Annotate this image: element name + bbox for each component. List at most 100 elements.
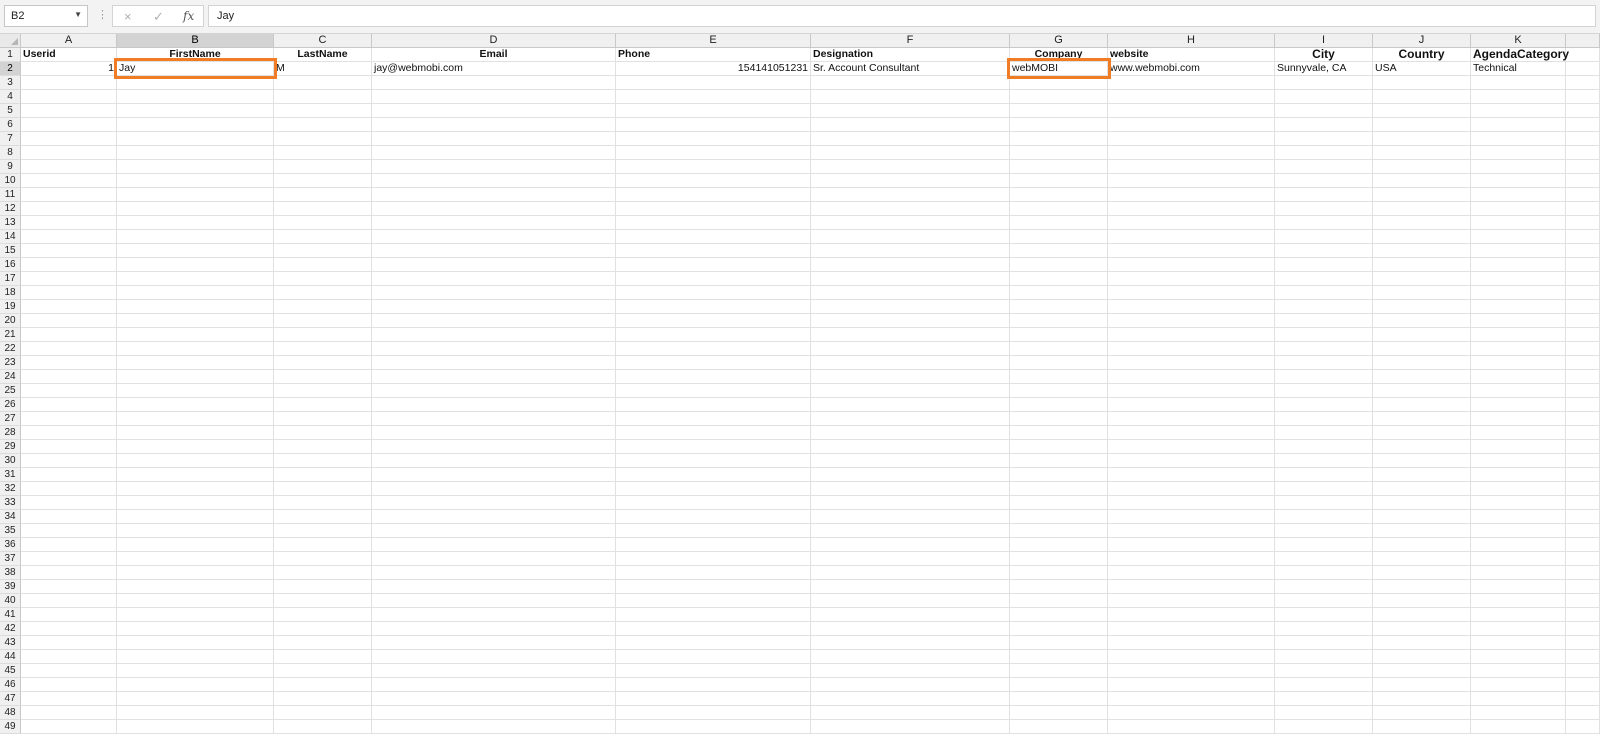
cell-d36[interactable]: [372, 538, 616, 552]
cell-i21[interactable]: [1275, 328, 1373, 342]
cell-j6[interactable]: [1373, 118, 1471, 132]
cell-j17[interactable]: [1373, 272, 1471, 286]
cell-a15[interactable]: [21, 244, 117, 258]
cell-e17[interactable]: [616, 272, 811, 286]
cell-d1[interactable]: Email: [372, 48, 616, 62]
cell-b19[interactable]: [117, 300, 274, 314]
cell-a18[interactable]: [21, 286, 117, 300]
cell-e39[interactable]: [616, 580, 811, 594]
cell-f44[interactable]: [811, 650, 1010, 664]
cell-c12[interactable]: [274, 202, 372, 216]
cell-d32[interactable]: [372, 482, 616, 496]
cell-d14[interactable]: [372, 230, 616, 244]
cell-j13[interactable]: [1373, 216, 1471, 230]
cell-b34[interactable]: [117, 510, 274, 524]
cell-c49[interactable]: [274, 720, 372, 734]
cell-h23[interactable]: [1108, 356, 1275, 370]
cell-g32[interactable]: [1010, 482, 1108, 496]
cell-h43[interactable]: [1108, 636, 1275, 650]
cell-c2[interactable]: M: [274, 62, 372, 76]
cell-d46[interactable]: [372, 678, 616, 692]
cell-b26[interactable]: [117, 398, 274, 412]
cell-k22[interactable]: [1471, 342, 1566, 356]
cell-d7[interactable]: [372, 132, 616, 146]
row-header-18[interactable]: 18: [0, 286, 21, 300]
cell-d29[interactable]: [372, 440, 616, 454]
cell-g13[interactable]: [1010, 216, 1108, 230]
cell-d41[interactable]: [372, 608, 616, 622]
cell-c45[interactable]: [274, 664, 372, 678]
cell-d45[interactable]: [372, 664, 616, 678]
cell-f27[interactable]: [811, 412, 1010, 426]
cell-j27[interactable]: [1373, 412, 1471, 426]
cell-h49[interactable]: [1108, 720, 1275, 734]
select-all-corner[interactable]: [0, 34, 21, 48]
cell-b37[interactable]: [117, 552, 274, 566]
cell-g31[interactable]: [1010, 468, 1108, 482]
cell-c35[interactable]: [274, 524, 372, 538]
cell-i30[interactable]: [1275, 454, 1373, 468]
column-header-j[interactable]: J: [1373, 34, 1471, 48]
cell-f20[interactable]: [811, 314, 1010, 328]
cell-c11[interactable]: [274, 188, 372, 202]
cell-j45[interactable]: [1373, 664, 1471, 678]
cell-c37[interactable]: [274, 552, 372, 566]
cell-a27[interactable]: [21, 412, 117, 426]
cancel-icon[interactable]: ×: [124, 9, 132, 24]
cell-d4[interactable]: [372, 90, 616, 104]
cell-f9[interactable]: [811, 160, 1010, 174]
cell-i37[interactable]: [1275, 552, 1373, 566]
row-header-23[interactable]: 23: [0, 356, 21, 370]
cell-a4[interactable]: [21, 90, 117, 104]
cell-k18[interactable]: [1471, 286, 1566, 300]
cell-d40[interactable]: [372, 594, 616, 608]
cell-b5[interactable]: [117, 104, 274, 118]
cell-k45[interactable]: [1471, 664, 1566, 678]
cell-f14[interactable]: [811, 230, 1010, 244]
cell-g17[interactable]: [1010, 272, 1108, 286]
cell-h22[interactable]: [1108, 342, 1275, 356]
column-header-a[interactable]: A: [21, 34, 117, 48]
cell-j12[interactable]: [1373, 202, 1471, 216]
cell-i47[interactable]: [1275, 692, 1373, 706]
cell-f29[interactable]: [811, 440, 1010, 454]
cell-i19[interactable]: [1275, 300, 1373, 314]
cell-i34[interactable]: [1275, 510, 1373, 524]
cell-j29[interactable]: [1373, 440, 1471, 454]
cell-i41[interactable]: [1275, 608, 1373, 622]
cell-j33[interactable]: [1373, 496, 1471, 510]
cell-e4[interactable]: [616, 90, 811, 104]
cell-g33[interactable]: [1010, 496, 1108, 510]
row-header-46[interactable]: 46: [0, 678, 21, 692]
cell-j39[interactable]: [1373, 580, 1471, 594]
cell-f37[interactable]: [811, 552, 1010, 566]
cell-e28[interactable]: [616, 426, 811, 440]
cell-j14[interactable]: [1373, 230, 1471, 244]
cell-f39[interactable]: [811, 580, 1010, 594]
cell-b8[interactable]: [117, 146, 274, 160]
spreadsheet-grid[interactable]: A B C D E F G H I J K 1 Userid FirstName LastName Email…: [0, 34, 1600, 751]
cell-b17[interactable]: [117, 272, 274, 286]
cell-b4[interactable]: [117, 90, 274, 104]
cell-k38[interactable]: [1471, 566, 1566, 580]
cell-f22[interactable]: [811, 342, 1010, 356]
cell-d27[interactable]: [372, 412, 616, 426]
cell-d26[interactable]: [372, 398, 616, 412]
cell-b6[interactable]: [117, 118, 274, 132]
cell-g4[interactable]: [1010, 90, 1108, 104]
cell-a49[interactable]: [21, 720, 117, 734]
cell-a12[interactable]: [21, 202, 117, 216]
column-header-k[interactable]: K: [1471, 34, 1566, 48]
cell-f18[interactable]: [811, 286, 1010, 300]
cell-k4[interactable]: [1471, 90, 1566, 104]
cell-e33[interactable]: [616, 496, 811, 510]
cell-d28[interactable]: [372, 426, 616, 440]
cell-j18[interactable]: [1373, 286, 1471, 300]
cell-k26[interactable]: [1471, 398, 1566, 412]
cell-h8[interactable]: [1108, 146, 1275, 160]
cell-g47[interactable]: [1010, 692, 1108, 706]
cell-f30[interactable]: [811, 454, 1010, 468]
cell-j3[interactable]: [1373, 76, 1471, 90]
cell-f7[interactable]: [811, 132, 1010, 146]
row-header-12[interactable]: 12: [0, 202, 21, 216]
